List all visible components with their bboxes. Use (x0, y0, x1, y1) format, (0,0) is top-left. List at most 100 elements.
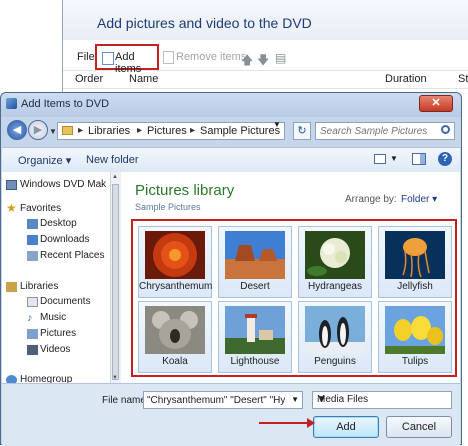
picture-tile-jellyfish[interactable]: Jellyfish (378, 226, 452, 298)
picture-tile-lighthouse[interactable]: Lighthouse (218, 301, 292, 373)
library-subtitle[interactable]: Sample Pictures (135, 202, 201, 212)
scroll-up-icon[interactable]: ▲ (112, 174, 118, 180)
help-icon[interactable]: ? (438, 152, 452, 166)
downloads-icon (27, 235, 38, 245)
breadcrumb-pictures[interactable]: Pictures (147, 125, 187, 137)
address-dropdown-icon[interactable]: ▼ (273, 120, 281, 129)
picture-label: Koala (162, 356, 188, 367)
annotation-arrow (259, 418, 315, 428)
view-dropdown-icon[interactable]: ▼ (390, 154, 398, 163)
refresh-button[interactable]: ↻ (293, 122, 311, 140)
picture-tile-tulips[interactable]: Tulips (378, 301, 452, 373)
recent-locations-dropdown[interactable]: ▼ (49, 127, 57, 136)
selected-pictures-highlight: Chrysanthemum Desert Hydrangeas Jellyfis… (131, 219, 457, 377)
close-button[interactable]: ✕ (419, 95, 453, 112)
nav-item-music[interactable]: Music (40, 312, 66, 323)
add-items-icon (102, 52, 114, 65)
picture-tile-penguins[interactable]: Penguins (298, 301, 372, 373)
pictures-icon (27, 329, 38, 339)
computer-icon (6, 180, 17, 190)
hydrangeas-thumbnail (305, 231, 365, 279)
arrange-by-dropdown[interactable]: Folder ▾ (401, 194, 437, 205)
picture-label: Lighthouse (230, 356, 280, 367)
file-type-select[interactable]: Media Files ▼ (312, 391, 452, 409)
breadcrumb-separator-icon[interactable]: ▸ (190, 125, 195, 136)
forward-button[interactable]: ▶ (28, 120, 48, 140)
breadcrumb-sample-pictures[interactable]: Sample Pictures (200, 125, 280, 137)
file-type-dropdown-icon[interactable]: ▼ (317, 394, 448, 405)
picture-tile-koala[interactable]: Koala (138, 301, 212, 373)
dvd-maker-icon (6, 98, 17, 109)
nav-item-favorites[interactable]: Favorites (20, 203, 61, 214)
file-name-input[interactable] (147, 393, 285, 407)
dvd-toolbar: File Add items Remove items 🡅 🡇 ▤ (63, 44, 468, 75)
picture-label: Penguins (314, 356, 356, 367)
search-input[interactable] (320, 124, 432, 138)
chrysanthemum-thumbnail (145, 231, 205, 279)
file-name-label: File name: (102, 395, 149, 406)
nav-scroll-thumb[interactable] (112, 184, 119, 380)
column-name[interactable]: Name (129, 73, 158, 85)
add-button[interactable]: Add (313, 416, 379, 438)
search-icon[interactable] (441, 125, 450, 134)
navigation-pane: Windows DVD Mak ★ Favorites Desktop Down… (2, 172, 120, 412)
breadcrumb-libraries[interactable]: Libraries (88, 125, 130, 137)
nav-item-pictures[interactable]: Pictures (40, 328, 76, 339)
arrange-by-label: Arrange by: (345, 194, 397, 205)
add-items-dialog: Add Items to DVD ✕ ◀ ▶ ▼ ▸ Libraries ▸ P… (0, 92, 462, 446)
window-header: Add pictures and video to the DVD (63, 0, 468, 40)
search-box[interactable] (315, 122, 455, 140)
column-status[interactable]: Sta (458, 73, 468, 85)
file-name-combo[interactable]: ▼ (143, 391, 303, 409)
move-down-icon[interactable]: 🡇 (257, 51, 269, 67)
desert-thumbnail (225, 231, 285, 279)
picture-label: Hydrangeas (308, 281, 362, 292)
new-folder-button[interactable]: New folder (86, 154, 139, 166)
nav-item-recent-places[interactable]: Recent Places (40, 250, 104, 261)
documents-icon (27, 297, 38, 307)
picture-tile-desert[interactable]: Desert (218, 226, 292, 298)
move-up-icon[interactable]: 🡅 (241, 51, 253, 67)
picture-tile-hydrangeas[interactable]: Hydrangeas (298, 226, 372, 298)
libraries-icon (6, 282, 17, 292)
address-bar[interactable]: ▸ Libraries ▸ Pictures ▸ Sample Pictures (57, 122, 285, 140)
cancel-button[interactable]: Cancel (386, 416, 452, 438)
desktop-icon (27, 219, 38, 229)
dialog-titlebar[interactable]: Add Items to DVD ✕ (1, 93, 461, 117)
nav-item-computer[interactable]: Windows DVD Mak (20, 179, 106, 190)
penguins-thumbnail (305, 306, 365, 354)
nav-item-downloads[interactable]: Downloads (40, 234, 89, 245)
lighthouse-thumbnail (225, 306, 285, 354)
breadcrumb-separator-icon[interactable]: ▸ (78, 125, 83, 136)
videos-icon (27, 345, 38, 355)
picture-label: Chrysanthemum (139, 281, 213, 292)
nav-scrollbar[interactable]: ▲ ▼ (110, 172, 121, 383)
add-items-button[interactable]: Add items (95, 44, 159, 75)
organize-button[interactable]: Organize ▾ (18, 154, 71, 167)
picture-label: Desert (240, 281, 270, 292)
nav-item-videos[interactable]: Videos (40, 344, 70, 355)
remove-items-button[interactable]: Remove items (176, 51, 246, 63)
folder-icon (62, 126, 73, 135)
nav-item-desktop[interactable]: Desktop (40, 218, 77, 229)
nav-item-documents[interactable]: Documents (40, 296, 91, 307)
scroll-down-icon[interactable]: ▼ (112, 375, 118, 381)
file-menu[interactable]: File (77, 51, 95, 63)
picture-tile-chrysanthemum[interactable]: Chrysanthemum (138, 226, 212, 298)
back-button[interactable]: ◀ (7, 120, 27, 140)
jellyfish-thumbnail (385, 231, 445, 279)
change-view-icon[interactable] (374, 154, 386, 164)
koala-thumbnail (145, 306, 205, 354)
column-duration[interactable]: Duration (385, 73, 427, 85)
dvd-settings-icon[interactable]: ▤ (275, 51, 287, 65)
picture-label: Tulips (401, 356, 429, 367)
page-heading: Add pictures and video to the DVD (97, 15, 312, 31)
column-order[interactable]: Order (75, 73, 103, 85)
column-headers: Order Name Duration Sta (63, 70, 468, 89)
preview-pane-icon[interactable] (412, 153, 426, 165)
remove-items-icon (163, 51, 174, 64)
file-name-dropdown-icon[interactable]: ▼ (291, 395, 299, 404)
breadcrumb-separator-icon[interactable]: ▸ (137, 125, 142, 136)
nav-item-libraries[interactable]: Libraries (20, 281, 58, 292)
picture-label: Jellyfish (397, 281, 433, 292)
